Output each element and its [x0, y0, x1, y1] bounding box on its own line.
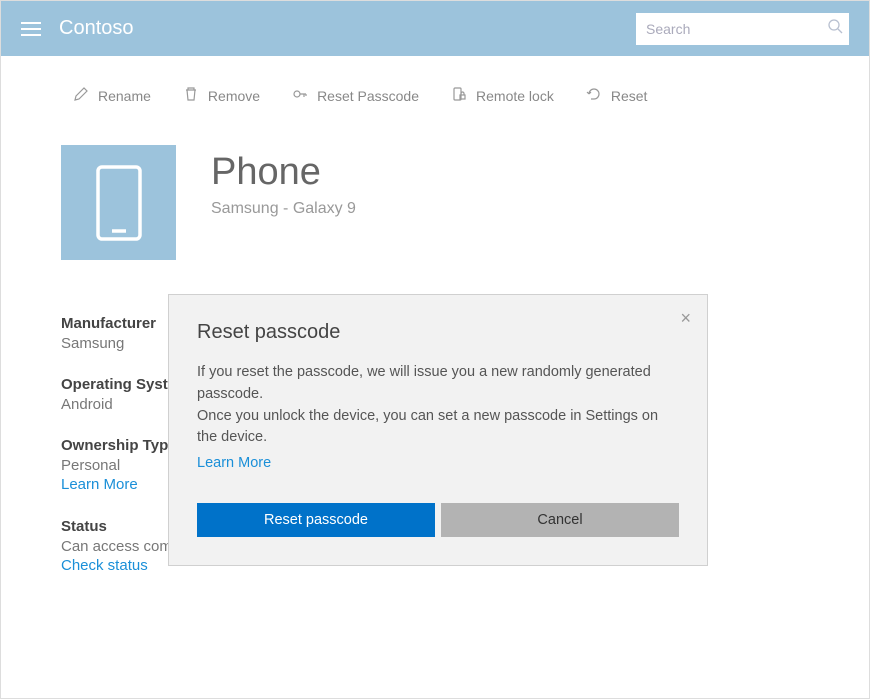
- rename-button[interactable]: Rename: [73, 86, 151, 105]
- remote-lock-button[interactable]: Remote lock: [451, 86, 554, 105]
- reset-passcode-confirm-button[interactable]: Reset passcode: [197, 503, 435, 537]
- reset-passcode-dialog: × Reset passcode If you reset the passco…: [168, 294, 708, 566]
- pencil-icon: [73, 86, 89, 105]
- search-input[interactable]: [646, 21, 827, 37]
- toolbar-label: Reset Passcode: [317, 88, 419, 104]
- check-status-link[interactable]: Check status: [61, 557, 148, 574]
- device-subtitle: Samsung - Galaxy 9: [211, 200, 356, 218]
- device-tile-icon: [61, 145, 176, 260]
- dialog-learn-more-link[interactable]: Learn More: [197, 453, 271, 475]
- menu-icon[interactable]: [21, 22, 41, 36]
- search-icon[interactable]: [827, 18, 843, 39]
- reset-passcode-button[interactable]: Reset Passcode: [292, 86, 419, 105]
- brand-name: Contoso: [59, 17, 134, 40]
- dialog-text-1: If you reset the passcode, we will issue…: [197, 364, 651, 402]
- reset-button[interactable]: Reset: [586, 86, 648, 105]
- dialog-title: Reset passcode: [197, 321, 679, 344]
- device-info: Phone Samsung - Galaxy 9: [211, 145, 356, 260]
- dialog-text-2: Once you unlock the device, you can set …: [197, 408, 658, 446]
- remove-button[interactable]: Remove: [183, 86, 260, 105]
- device-header-section: Phone Samsung - Galaxy 9: [1, 125, 869, 280]
- device-toolbar: Rename Remove Reset Passcode Remote lock…: [1, 56, 869, 125]
- toolbar-label: Remove: [208, 88, 260, 104]
- dialog-body: If you reset the passcode, we will issue…: [197, 362, 679, 475]
- trash-icon: [183, 86, 199, 105]
- key-icon: [292, 86, 308, 105]
- cancel-button[interactable]: Cancel: [441, 503, 679, 537]
- toolbar-label: Remote lock: [476, 88, 554, 104]
- reset-icon: [586, 86, 602, 105]
- ownership-learn-more-link[interactable]: Learn More: [61, 476, 138, 493]
- toolbar-label: Reset: [611, 88, 648, 104]
- dialog-actions: Reset passcode Cancel: [197, 503, 679, 537]
- toolbar-label: Rename: [98, 88, 151, 104]
- close-icon[interactable]: ×: [680, 309, 691, 327]
- device-title: Phone: [211, 151, 356, 194]
- lock-device-icon: [451, 86, 467, 105]
- app-header: Contoso: [1, 1, 869, 56]
- phone-icon: [94, 163, 144, 243]
- search-box[interactable]: [636, 13, 849, 45]
